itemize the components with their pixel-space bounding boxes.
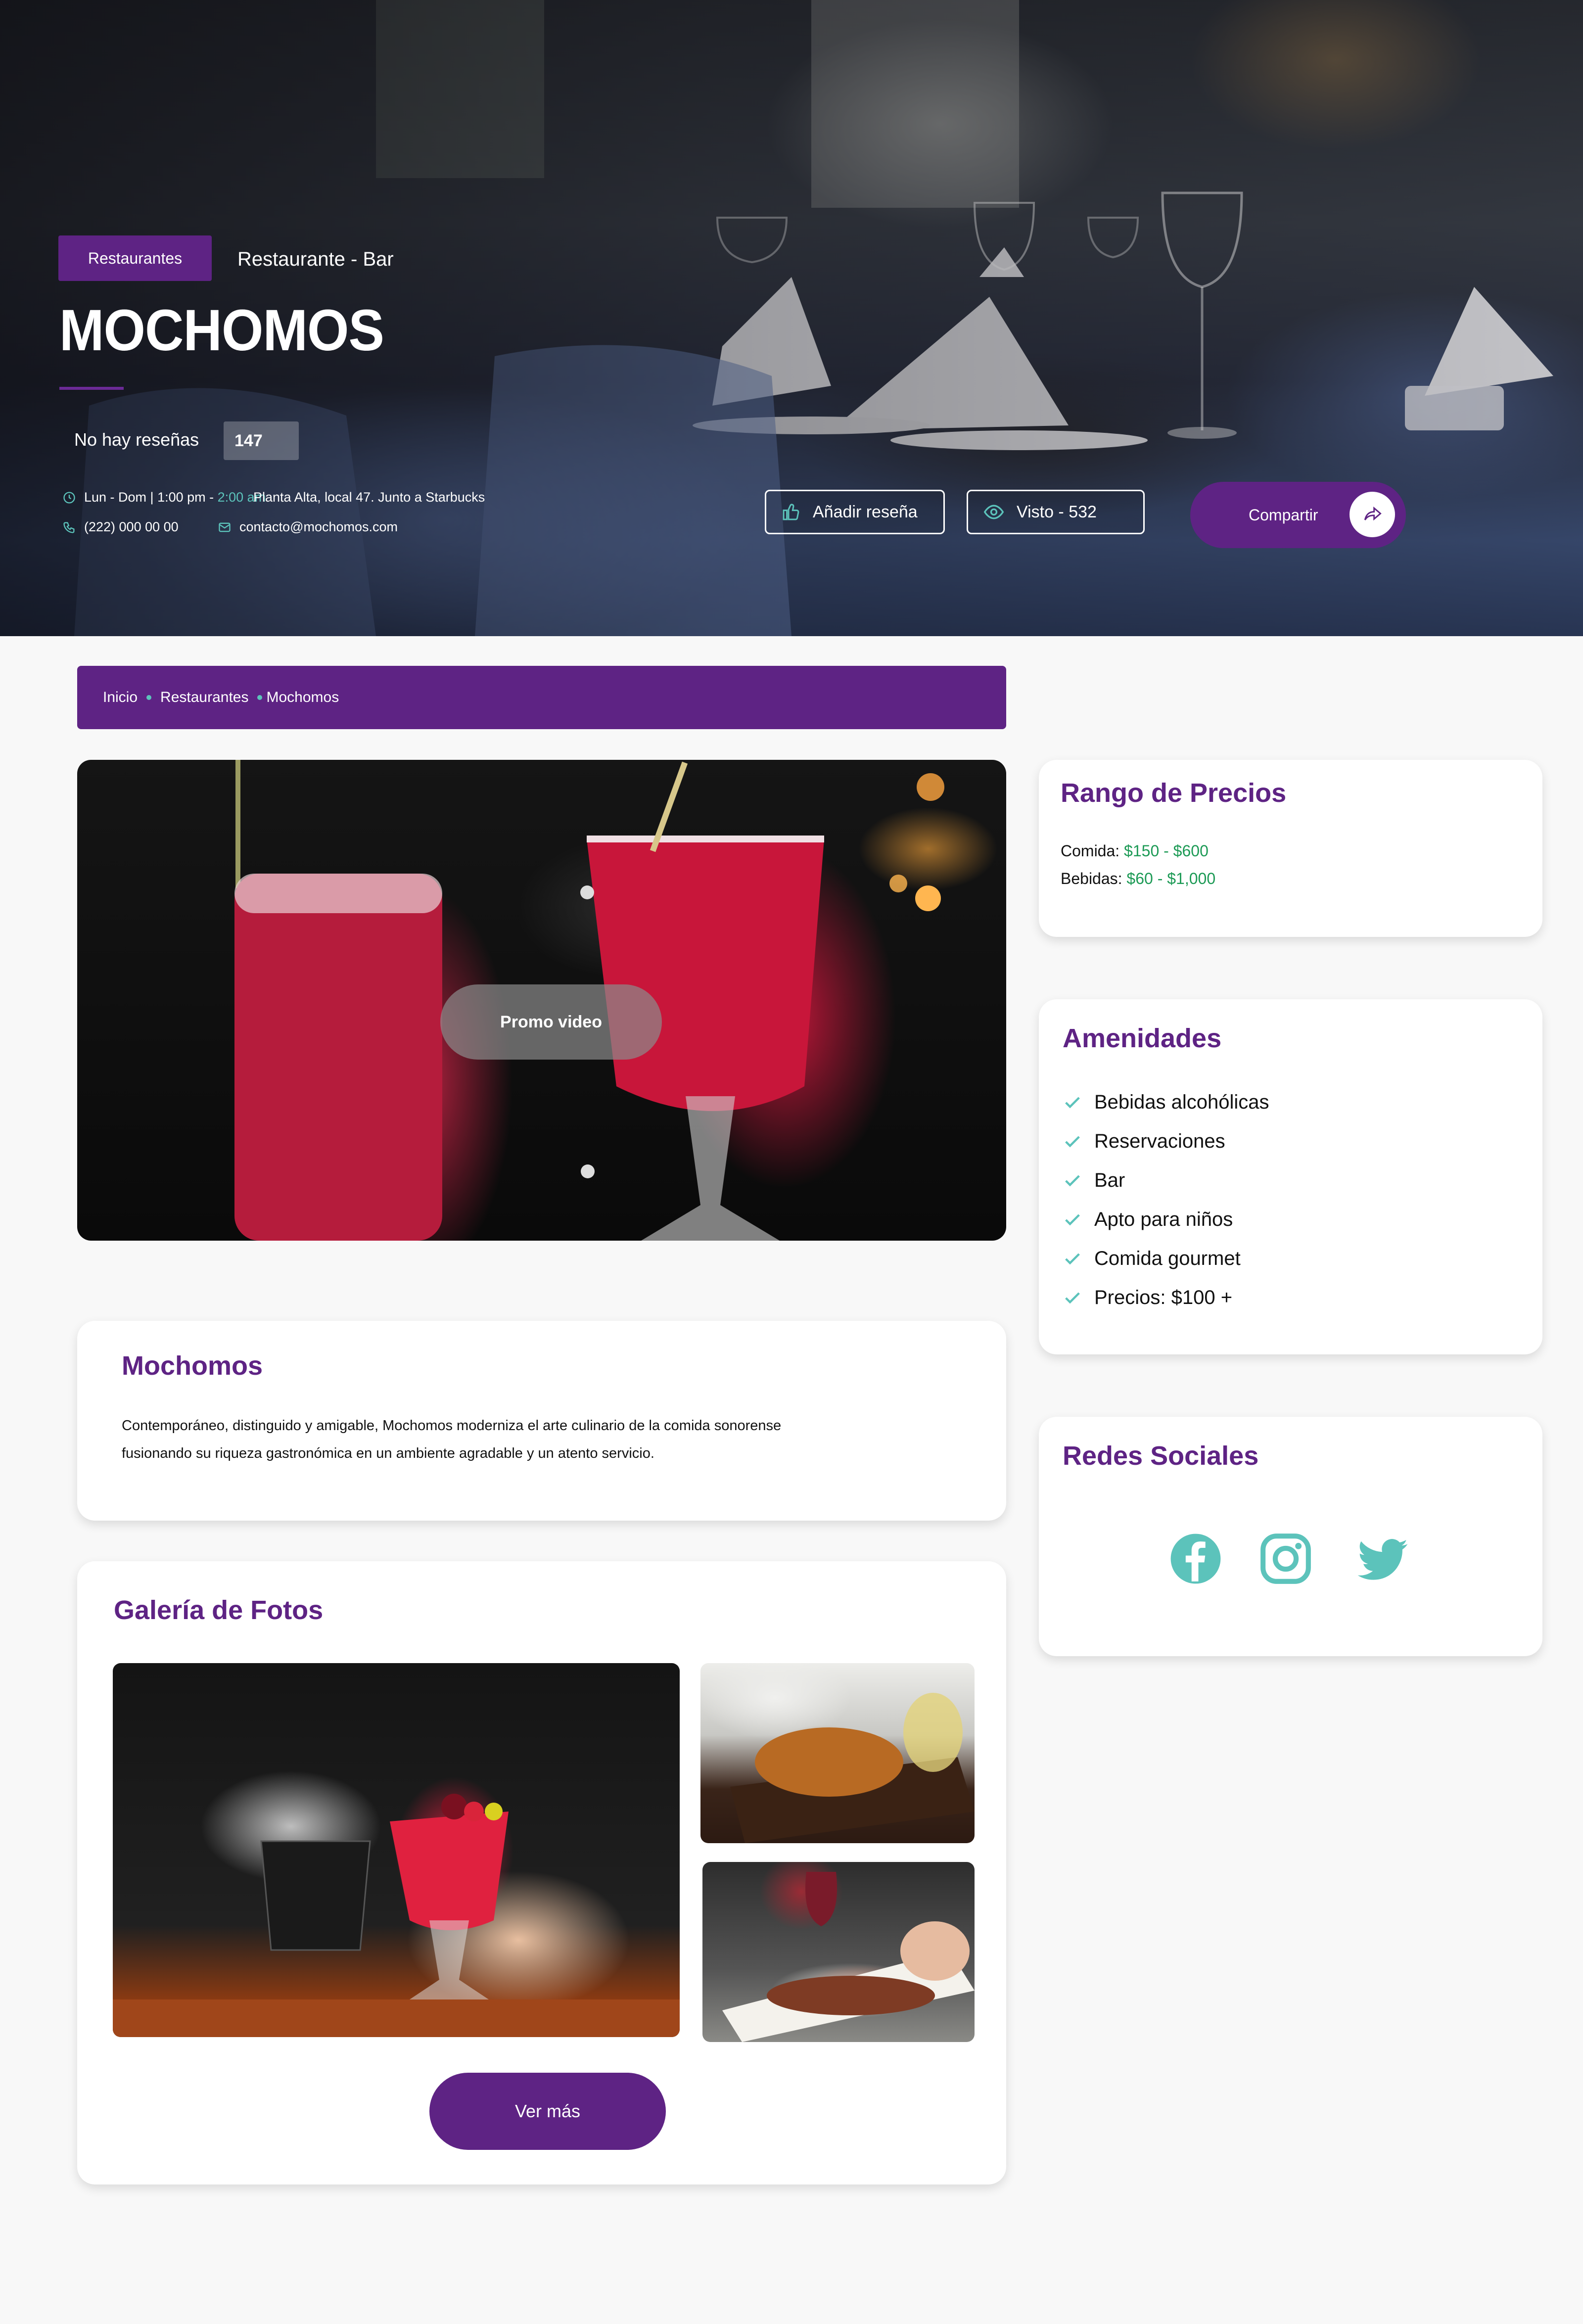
facebook-icon[interactable]: [1168, 1532, 1223, 1586]
check-icon: [1065, 1096, 1080, 1108]
gallery-photo-main[interactable]: [113, 1663, 680, 2037]
about-line: Contemporáneo, distinguido y amigable, M…: [122, 1418, 782, 1434]
food-price-row: Comida: $150 - $600: [1061, 842, 1209, 860]
category-badge[interactable]: Restaurantes: [58, 235, 212, 281]
add-review-label: Añadir reseña: [813, 502, 918, 521]
phone-icon: [63, 522, 75, 533]
eye-icon: [983, 505, 1004, 519]
breadcrumb-restaurantes[interactable]: Restaurantes: [160, 689, 248, 706]
check-icon: [1065, 1213, 1080, 1225]
clock-icon: [63, 491, 75, 504]
check-icon: [1065, 1253, 1080, 1264]
breadcrumb-inicio[interactable]: Inicio: [103, 689, 138, 706]
gallery-card: Galería de Fotos Ver más: [77, 1561, 1006, 2185]
amenity-label: Reservaciones: [1094, 1130, 1225, 1152]
about-line: fusionando su riqueza gastronómica en un…: [122, 1445, 654, 1461]
views-label: Visto - 532: [1017, 502, 1097, 521]
gallery-photo-meat: [722, 1872, 975, 2042]
see-more-label: Ver más: [514, 2101, 581, 2121]
hours-info: Lun - Dom | 1:00 pm - 2:00 am: [62, 490, 266, 505]
email-info[interactable]: contacto@mochomos.com: [218, 519, 398, 535]
reviews-count: 147: [234, 431, 263, 450]
twitter-icon[interactable]: [1355, 1532, 1410, 1586]
add-review-button[interactable]: Añadir reseña: [765, 490, 945, 534]
social-card: Redes Sociales: [1039, 1417, 1542, 1656]
share-icon: [1364, 506, 1382, 521]
breadcrumb-current: Mochomos: [266, 689, 339, 705]
gallery-photo-dish[interactable]: [700, 1663, 975, 1843]
hours-text: Lun - Dom | 1:00 pm -: [84, 490, 218, 505]
about-description: Contemporáneo, distinguido y amigable, M…: [122, 1412, 963, 1467]
gallery-photo-steak[interactable]: [702, 1862, 975, 2042]
phone-info[interactable]: (222) 000 00 00: [62, 519, 179, 535]
food-price-value: $150 - $600: [1124, 842, 1209, 860]
gallery-photo-cocktail: [113, 1794, 680, 2037]
gallery-photo-food: [730, 1693, 975, 1843]
amenity-item: Precios: $100 +: [1063, 1287, 1232, 1309]
share-label: Compartir: [1249, 506, 1318, 524]
amenity-item: Bebidas alcohólicas: [1063, 1091, 1269, 1114]
amenity-label: Comida gourmet: [1094, 1248, 1241, 1269]
breadcrumb: Inicio Restaurantes Mochomos: [77, 666, 1006, 729]
about-title: Mochomos: [122, 1351, 263, 1381]
reviews-count-badge: 147: [224, 421, 299, 460]
drinks-price-value: $60 - $1,000: [1126, 870, 1216, 887]
check-icon: [1065, 1135, 1080, 1147]
check-icon: [1065, 1292, 1080, 1303]
page-title: MOCHOMOS: [59, 298, 384, 363]
drinks-price-label: Bebidas:: [1061, 870, 1122, 887]
title-underline: [59, 387, 124, 390]
views-counter: Visto - 532: [967, 490, 1145, 534]
share-icon-circle: [1350, 492, 1395, 537]
amenity-item: Reservaciones: [1063, 1130, 1225, 1153]
about-card: Mochomos Contemporáneo, distinguido y am…: [77, 1321, 1006, 1521]
prices-card: Rango de Precios Comida: $150 - $600 Beb…: [1039, 760, 1542, 937]
see-more-button[interactable]: Ver más: [429, 2073, 666, 2150]
social-title: Redes Sociales: [1063, 1441, 1259, 1471]
share-button[interactable]: Compartir: [1190, 482, 1406, 548]
amenity-item: Comida gourmet: [1063, 1248, 1241, 1270]
amenity-item: Bar: [1063, 1169, 1125, 1192]
check-icon: [1065, 1174, 1080, 1186]
amenity-label: Bebidas alcohólicas: [1094, 1091, 1269, 1113]
email-text: contacto@mochomos.com: [239, 519, 398, 534]
address-text: Planta Alta, local 47. Junto a Starbucks: [253, 490, 485, 505]
address-info: Planta Alta, local 47. Junto a Starbucks: [253, 490, 485, 505]
drinks-price-row: Bebidas: $60 - $1,000: [1061, 870, 1215, 888]
play-video-button[interactable]: Promo video: [440, 984, 662, 1060]
mail-icon: [219, 522, 231, 532]
instagram-icon[interactable]: [1258, 1532, 1313, 1586]
play-video-label: Promo video: [500, 1012, 602, 1031]
amenities-title: Amenidades: [1063, 1023, 1222, 1053]
amenity-label: Apto para niños: [1094, 1208, 1233, 1230]
amenity-label: Precios: $100 +: [1094, 1287, 1233, 1308]
amenity-item: Apto para niños: [1063, 1208, 1233, 1231]
phone-text: (222) 000 00 00: [84, 519, 179, 534]
promo-video[interactable]: Promo video: [77, 760, 1006, 1241]
food-price-label: Comida:: [1061, 842, 1120, 860]
subcategory-label: Restaurante - Bar: [237, 248, 394, 270]
reviews-text: No hay reseñas: [74, 429, 199, 450]
breadcrumb-separator: [257, 695, 263, 700]
prices-title: Rango de Precios: [1061, 778, 1287, 808]
amenity-label: Bar: [1094, 1169, 1125, 1191]
thumbs-up-icon: [783, 504, 799, 520]
breadcrumb-separator: [146, 695, 152, 700]
amenities-card: Amenidades Bebidas alcohólicas Reservaci…: [1039, 999, 1542, 1354]
hero-banner: Restaurantes Restaurante - Bar MOCHOMOS …: [0, 0, 1583, 636]
gallery-title: Galería de Fotos: [114, 1595, 324, 1625]
